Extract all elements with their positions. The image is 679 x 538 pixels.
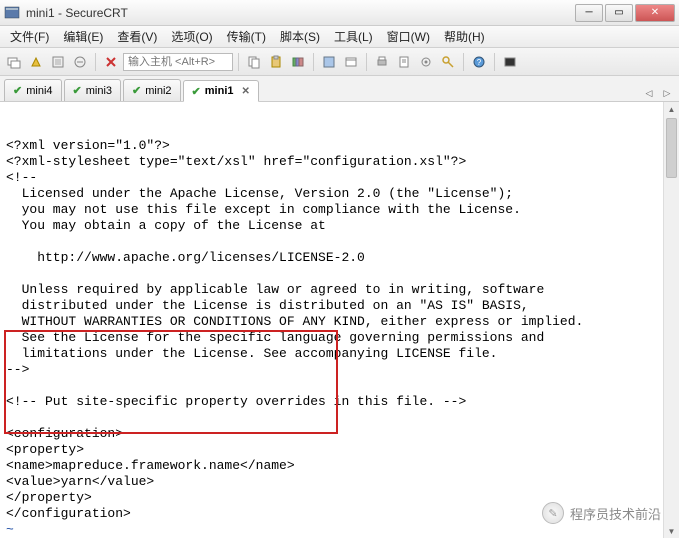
editor-line: <!-- Put site-specific property override…: [6, 394, 673, 410]
check-icon: ✔: [132, 84, 141, 97]
separator: [494, 53, 495, 71]
watermark-text: 程序员技术前沿: [570, 504, 661, 523]
watermark: ✎ 程序员技术前沿: [542, 502, 661, 524]
editor-line: Licensed under the Apache License, Versi…: [6, 186, 673, 202]
tab-mini3[interactable]: ✔ mini3: [64, 79, 122, 101]
help-icon[interactable]: ?: [469, 52, 489, 72]
maximize-button[interactable]: ▭: [605, 4, 633, 22]
editor-line: WITHOUT WARRANTIES OR CONDITIONS OF ANY …: [6, 314, 673, 330]
cancel-icon[interactable]: [101, 52, 121, 72]
app-icon: [4, 5, 20, 21]
menu-options[interactable]: 选项(O): [165, 26, 218, 47]
tab-label: mini2: [145, 85, 171, 97]
tab-mini1[interactable]: ✔ mini1 ✕: [183, 80, 259, 102]
settings-icon[interactable]: [416, 52, 436, 72]
tab-label: mini1: [205, 85, 234, 97]
editor-line: -->: [6, 362, 673, 378]
vertical-scrollbar[interactable]: ▲ ▼: [663, 102, 679, 538]
separator: [95, 53, 96, 71]
menu-view[interactable]: 查看(V): [111, 26, 163, 47]
find-icon[interactable]: [288, 52, 308, 72]
editor-line: <name>mapreduce.framework.name</name>: [6, 458, 673, 474]
watermark-icon: ✎: [542, 502, 564, 524]
session-icon[interactable]: [341, 52, 361, 72]
editor-line: See the License for the specific languag…: [6, 330, 673, 346]
separator: [313, 53, 314, 71]
editor-line: ~: [6, 522, 673, 538]
tab-prev-icon[interactable]: ◁: [641, 85, 657, 101]
tab-close-icon[interactable]: ✕: [242, 86, 250, 97]
editor-line: [6, 378, 673, 394]
editor-line: http://www.apache.org/licenses/LICENSE-2…: [6, 250, 673, 266]
copy-icon[interactable]: [244, 52, 264, 72]
scroll-down-icon[interactable]: ▼: [664, 524, 679, 538]
paste-icon[interactable]: [266, 52, 286, 72]
terminal-icon[interactable]: [500, 52, 520, 72]
tab-next-icon[interactable]: ▷: [659, 85, 675, 101]
menu-help[interactable]: 帮助(H): [438, 26, 491, 47]
scroll-up-icon[interactable]: ▲: [664, 102, 679, 116]
menu-tools[interactable]: 工具(L): [328, 26, 379, 47]
reconnect-icon[interactable]: [48, 52, 68, 72]
editor-line: [6, 234, 673, 250]
tab-bar: ✔ mini4 ✔ mini3 ✔ mini2 ✔ mini1 ✕ ◁ ▷: [0, 76, 679, 102]
editor-line: <value>yarn</value>: [6, 474, 673, 490]
tab-nav: ◁ ▷: [641, 85, 675, 101]
print-icon[interactable]: [372, 52, 392, 72]
disconnect-icon[interactable]: [70, 52, 90, 72]
menu-window[interactable]: 窗口(W): [381, 26, 436, 47]
terminal-editor[interactable]: <?xml version="1.0"?><?xml-stylesheet ty…: [0, 102, 679, 538]
editor-line: [6, 410, 673, 426]
editor-line: limitations under the License. See accom…: [6, 346, 673, 362]
check-icon: ✔: [13, 84, 22, 97]
check-icon: ✔: [73, 84, 82, 97]
menu-edit[interactable]: 编辑(E): [57, 26, 109, 47]
window-title: mini1 - SecureCRT: [26, 6, 575, 20]
toolbar: ?: [0, 48, 679, 76]
close-button[interactable]: ✕: [635, 4, 675, 22]
quick-connect-icon[interactable]: [26, 52, 46, 72]
menu-file[interactable]: 文件(F): [4, 26, 55, 47]
editor-line: <configuration>: [6, 426, 673, 442]
key-icon[interactable]: [438, 52, 458, 72]
editor-line: You may obtain a copy of the License at: [6, 218, 673, 234]
separator: [238, 53, 239, 71]
menu-bar: 文件(F) 编辑(E) 查看(V) 选项(O) 传输(T) 脚本(S) 工具(L…: [0, 26, 679, 48]
editor-line: Unless required by applicable law or agr…: [6, 282, 673, 298]
svg-text:?: ?: [477, 58, 482, 67]
editor-line: you may not use this file except in comp…: [6, 202, 673, 218]
minimize-button[interactable]: ─: [575, 4, 603, 22]
editor-line: <property>: [6, 442, 673, 458]
separator: [463, 53, 464, 71]
connect-icon[interactable]: [4, 52, 24, 72]
editor-line: [6, 266, 673, 282]
editor-line: distributed under the License is distrib…: [6, 298, 673, 314]
check-icon: ✔: [192, 85, 201, 98]
menu-transfer[interactable]: 传输(T): [221, 26, 272, 47]
scroll-thumb[interactable]: [666, 118, 677, 178]
properties-icon[interactable]: [319, 52, 339, 72]
title-bar: mini1 - SecureCRT ─ ▭ ✕: [0, 0, 679, 26]
log-icon[interactable]: [394, 52, 414, 72]
editor-line: <!--: [6, 170, 673, 186]
tab-mini2[interactable]: ✔ mini2: [123, 79, 181, 101]
menu-script[interactable]: 脚本(S): [274, 26, 326, 47]
editor-line: <?xml version="1.0"?>: [6, 138, 673, 154]
tab-label: mini3: [86, 85, 112, 97]
tab-mini4[interactable]: ✔ mini4: [4, 79, 62, 101]
editor-line: <?xml-stylesheet type="text/xsl" href="c…: [6, 154, 673, 170]
separator: [366, 53, 367, 71]
window-buttons: ─ ▭ ✕: [575, 4, 675, 22]
host-input[interactable]: [123, 53, 233, 71]
tab-label: mini4: [26, 85, 52, 97]
